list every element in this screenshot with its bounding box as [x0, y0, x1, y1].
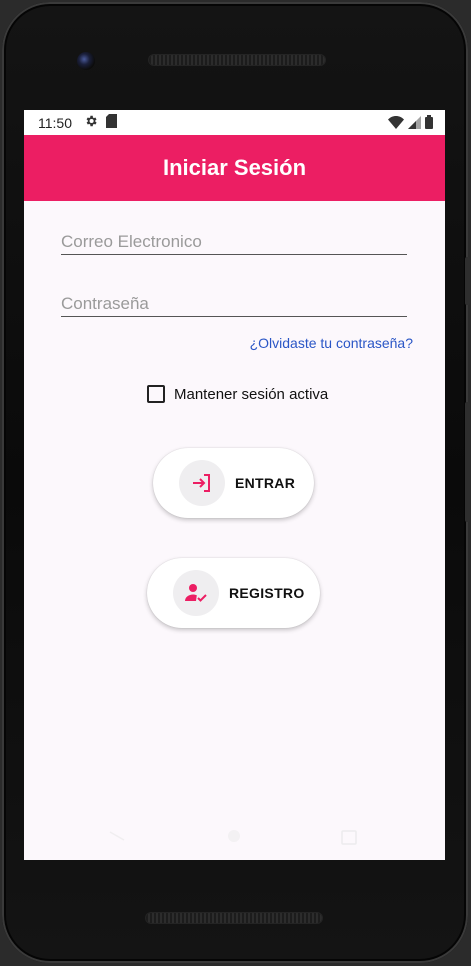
bottom-speaker — [146, 913, 322, 923]
remember-session[interactable]: Mantener sesión activa — [147, 385, 328, 403]
enter-button[interactable]: ENTRAR — [153, 448, 314, 518]
page-title: Iniciar Sesión — [162, 155, 307, 180]
password-placeholder: Contraseña — [61, 294, 149, 313]
app-bar: Iniciar Sesión — [24, 135, 445, 201]
battery-icon — [425, 115, 433, 132]
register-label: REGISTRO — [229, 585, 305, 601]
front-camera — [77, 52, 95, 70]
top-speaker — [149, 55, 325, 65]
navigation-bar — [24, 830, 445, 846]
login-icon — [179, 460, 225, 506]
screen: 11:50 Iniciar Sesión Correo Electronico … — [24, 110, 445, 860]
email-input[interactable]: Correo Electronico — [61, 225, 407, 255]
status-time: 11:50 — [38, 114, 72, 131]
remember-label: Mantener sesión activa — [174, 385, 329, 403]
power-button — [465, 402, 470, 522]
email-placeholder: Correo Electronico — [61, 232, 202, 251]
register-button[interactable]: REGISTRO — [147, 558, 320, 628]
signal-icon — [408, 115, 421, 132]
enter-label: ENTRAR — [235, 475, 296, 491]
person-check-icon — [173, 570, 219, 616]
status-bar: 11:50 — [24, 110, 445, 135]
settings-icon — [84, 114, 98, 131]
status-icons — [388, 115, 433, 132]
volume-button — [465, 257, 470, 305]
wifi-icon — [388, 115, 404, 132]
remember-checkbox[interactable] — [147, 385, 165, 403]
sd-card-icon — [106, 114, 117, 131]
forgot-password-link[interactable]: ¿Olvidaste tu contraseña? — [250, 335, 413, 351]
password-input[interactable]: Contraseña — [61, 287, 407, 317]
